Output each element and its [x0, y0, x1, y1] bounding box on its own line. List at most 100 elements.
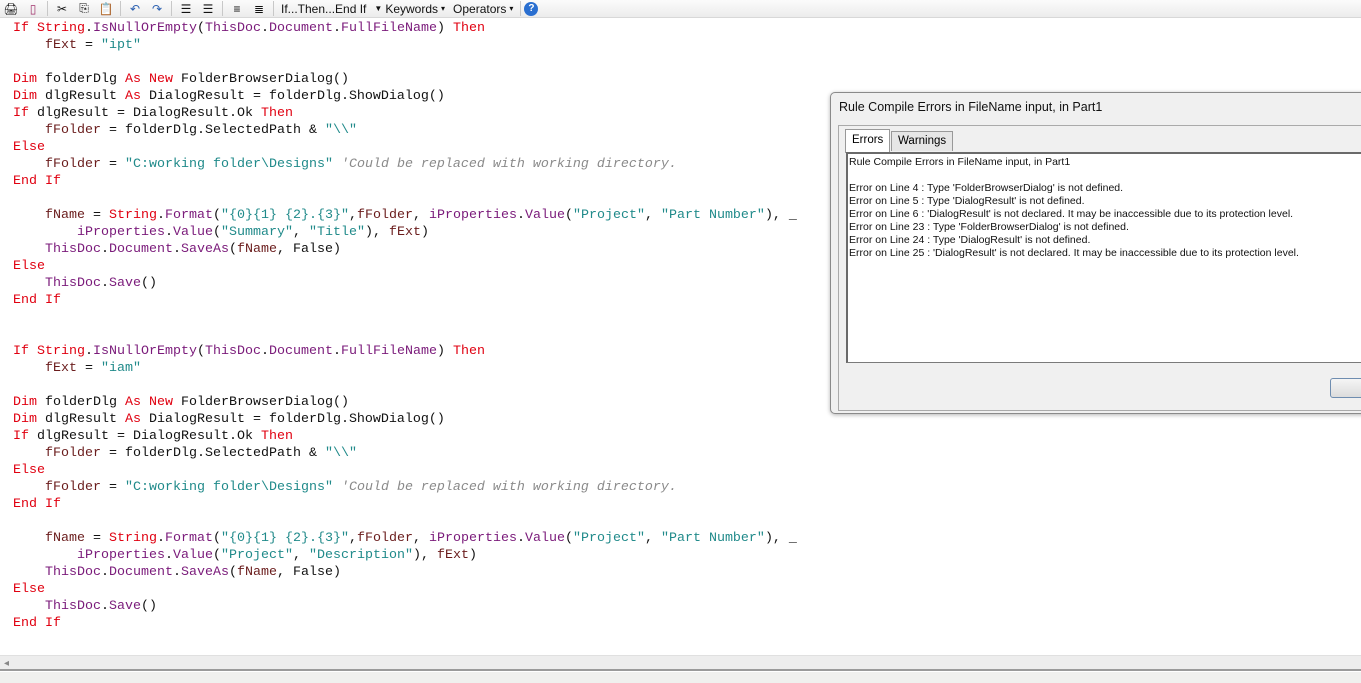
member-token: Value [524, 531, 565, 546]
code-line[interactable]: End If [13, 173, 797, 190]
member-token: ThisDoc [45, 565, 101, 580]
code-line[interactable]: ThisDoc.Document.SaveAs(fName, False) [13, 241, 797, 258]
code-line[interactable]: fFolder = "C:working folder\Designs" 'Co… [13, 156, 797, 173]
code-line[interactable]: fExt = "iam" [13, 360, 797, 377]
code-line[interactable]: End If [13, 292, 797, 309]
code-token: . [260, 21, 269, 36]
member-token: SaveAs [181, 565, 229, 580]
copy-icon[interactable]: ⎘ [73, 1, 95, 17]
member-token: Save [109, 599, 141, 614]
keyword-token: Dim [13, 89, 45, 104]
code-editor[interactable]: If String.IsNullOrEmpty(ThisDoc.Document… [13, 20, 797, 632]
member-token: Value [172, 225, 213, 240]
undo-icon[interactable]: ↶ [124, 1, 146, 17]
code-line[interactable]: Dim folderDlg As New FolderBrowserDialog… [13, 394, 797, 411]
outdent-icon[interactable]: ☰ [197, 1, 219, 17]
code-line[interactable]: iProperties.Value("Summary", "Title"), f… [13, 224, 797, 241]
code-line[interactable]: Dim dlgResult As DialogResult = folderDl… [13, 411, 797, 428]
code-line[interactable] [13, 377, 797, 394]
code-line[interactable]: End If [13, 615, 797, 632]
code-token: folderDlg [45, 72, 125, 87]
keyword-token: Else [13, 463, 45, 478]
code-token: ) [420, 225, 429, 240]
code-token: , [644, 531, 661, 546]
keyword-token: Then [260, 429, 293, 444]
paste-icon[interactable]: 📋 [95, 1, 117, 17]
help-icon[interactable]: ? [524, 1, 539, 16]
code-line[interactable]: ThisDoc.Document.SaveAs(fName, False) [13, 564, 797, 581]
code-line[interactable]: If String.IsNullOrEmpty(ThisDoc.Document… [13, 20, 797, 37]
string-token: "C:working folder\Designs" [125, 157, 333, 172]
code-token: . [260, 344, 269, 359]
close-button[interactable] [1330, 378, 1361, 398]
scroll-left-icon[interactable]: ◂ [4, 658, 9, 669]
code-line[interactable]: fName = String.Format("{0}{1} {2}.{3}",f… [13, 530, 797, 547]
code-line[interactable]: ThisDoc.Save() [13, 275, 797, 292]
variable-token: fName [237, 242, 277, 257]
uncomment-icon[interactable]: ≣ [248, 1, 270, 17]
code-line[interactable]: fExt = "ipt" [13, 37, 797, 54]
code-token: , [644, 208, 661, 223]
code-line[interactable]: If dlgResult = DialogResult.Ok Then [13, 428, 797, 445]
code-line[interactable]: Dim dlgResult As DialogResult = folderDl… [13, 88, 797, 105]
keyword-token: If [13, 344, 37, 359]
code-token: . [516, 531, 525, 546]
code-token: ( [196, 21, 205, 36]
code-line[interactable]: fFolder = "C:working folder\Designs" 'Co… [13, 479, 797, 496]
member-token: iProperties [77, 548, 165, 563]
code-token: ), [412, 548, 437, 563]
code-line[interactable]: Else [13, 258, 797, 275]
horizontal-scrollbar[interactable]: ◂ [0, 655, 1361, 671]
code-line[interactable]: End If [13, 496, 797, 513]
if-then-button[interactable]: If...Then...End If [277, 2, 370, 16]
comment-token: 'Could be replaced with working director… [340, 157, 677, 172]
keywords-dropdown[interactable]: ▼ Keywords ▾ [370, 2, 449, 16]
print-preview-icon[interactable]: ▯ [22, 1, 44, 17]
code-line[interactable]: Dim folderDlg As New FolderBrowserDialog… [13, 71, 797, 88]
code-token: ), _ [764, 531, 797, 546]
code-line[interactable] [13, 309, 797, 326]
compile-errors-dialog: Rule Compile Errors in FileName input, i… [830, 92, 1361, 414]
string-token: "Part Number" [660, 531, 765, 546]
code-token: . [85, 21, 93, 36]
code-token: . [157, 208, 165, 223]
code-line[interactable]: fFolder = folderDlg.SelectedPath & "\\" [13, 122, 797, 139]
keyword-token: String [109, 208, 157, 223]
code-token: . [173, 565, 181, 580]
variable-token: fName [237, 565, 277, 580]
code-line[interactable]: Else [13, 462, 797, 479]
redo-icon[interactable]: ↷ [146, 1, 168, 17]
member-token: Document [109, 242, 173, 257]
indent-icon[interactable]: ☰ [175, 1, 197, 17]
keyword-token: Else [13, 140, 45, 155]
comment-icon[interactable]: ≡ [226, 1, 248, 17]
code-line[interactable]: Else [13, 581, 797, 598]
if-then-label: If...Then...End If [281, 1, 367, 16]
variable-token: fName [45, 208, 85, 223]
code-line[interactable] [13, 513, 797, 530]
code-line[interactable]: ThisDoc.Save() [13, 598, 797, 615]
cut-icon[interactable]: ✂ [51, 1, 73, 17]
code-line[interactable]: If String.IsNullOrEmpty(ThisDoc.Document… [13, 343, 797, 360]
code-line[interactable] [13, 190, 797, 207]
tab-warnings[interactable]: Warnings [891, 131, 954, 151]
code-token: = [85, 531, 109, 546]
tab-errors[interactable]: Errors [845, 129, 891, 153]
keyword-token: As [124, 412, 149, 427]
code-line[interactable]: If dlgResult = DialogResult.Ok Then [13, 105, 797, 122]
operators-dropdown[interactable]: Operators ▾ [449, 2, 517, 16]
code-line[interactable]: fName = String.Format("{0}{1} {2}.{3}",f… [13, 207, 797, 224]
code-line[interactable]: Else [13, 139, 797, 156]
member-token: Document [268, 21, 333, 36]
code-line[interactable]: fFolder = folderDlg.SelectedPath & "\\" [13, 445, 797, 462]
print-icon[interactable]: 🖨 [0, 1, 22, 17]
error-text-box[interactable]: Rule Compile Errors in FileName input, i… [846, 152, 1361, 363]
code-line[interactable] [13, 54, 797, 71]
code-line[interactable] [13, 326, 797, 343]
member-token: Save [109, 276, 141, 291]
code-token: ( [229, 565, 237, 580]
code-line[interactable]: iProperties.Value("Project", "Descriptio… [13, 547, 797, 564]
